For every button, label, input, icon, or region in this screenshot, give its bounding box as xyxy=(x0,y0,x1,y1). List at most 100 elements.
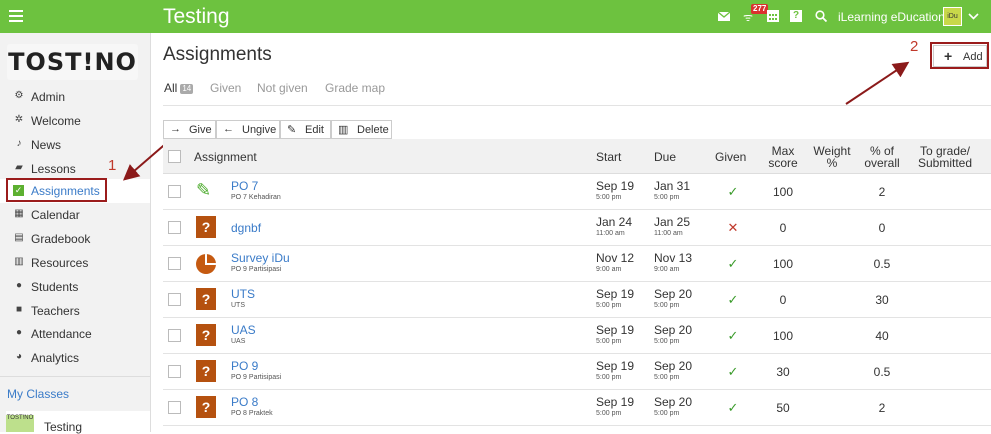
col-max-score-line2: score xyxy=(768,156,798,170)
col-weight-line2: % xyxy=(826,156,838,170)
table-row[interactable]: ✎ PO 7 PO 7 Kehadiran Sep 19 5:00 pm Jan… xyxy=(163,174,991,210)
table-row[interactable]: ? PO 8 PO 8 Praktek Sep 19 5:00 pm Sep 2… xyxy=(163,390,991,426)
due-time: 11:00 am xyxy=(654,230,683,237)
col-overall-line2: overall xyxy=(864,156,900,170)
table-header: Assignment Start Due Given Max score Wei… xyxy=(163,139,991,174)
page-title: Assignments xyxy=(163,44,272,65)
given-check-icon: ✓ xyxy=(727,364,739,379)
select-all-checkbox[interactable] xyxy=(168,150,181,163)
start-time: 5:00 pm xyxy=(596,302,622,309)
col-max-score[interactable]: Max score xyxy=(759,145,807,169)
trash-icon: ▥ xyxy=(338,124,349,136)
add-button-label: Add xyxy=(963,51,983,63)
arrow-right-icon: → xyxy=(170,123,181,135)
due-date: Sep 20 xyxy=(654,359,693,373)
add-button[interactable]: + Add xyxy=(933,45,987,67)
tabs-divider xyxy=(163,105,991,106)
given-check-icon: ✓ xyxy=(727,400,739,415)
max-score: 0 xyxy=(779,221,787,235)
delete-button-label: Delete xyxy=(357,124,389,136)
tab-given[interactable]: Given xyxy=(210,81,241,95)
tab-grade-map[interactable]: Grade map xyxy=(325,81,385,95)
annotation-number-2: 2 xyxy=(910,38,919,55)
col-to-grade-line2: Submitted xyxy=(917,156,973,170)
table-row[interactable]: Survey iDu PO 9 Partisipasi Nov 12 9:00 … xyxy=(163,246,991,282)
start-date: Sep 19 xyxy=(596,395,635,409)
table-row[interactable]: ? PO 9 PO 9 Partisipasi Sep 19 5:00 pm S… xyxy=(163,354,991,390)
row-checkbox[interactable] xyxy=(168,401,181,414)
start-time: 11:00 am xyxy=(596,230,625,237)
start-time: 5:00 pm xyxy=(596,338,622,345)
col-assignment[interactable]: Assignment xyxy=(194,151,257,163)
percent-overall: 0.5 xyxy=(873,365,891,379)
edit-button[interactable]: ✎ Edit xyxy=(280,120,331,139)
row-checkbox[interactable] xyxy=(168,329,181,342)
max-score: 100 xyxy=(772,185,794,199)
pencil-icon: ✎ xyxy=(196,180,212,200)
assignment-name[interactable]: UAS xyxy=(231,323,256,337)
max-score: 50 xyxy=(776,401,790,415)
start-date: Sep 19 xyxy=(596,359,635,373)
due-time: 5:00 pm xyxy=(654,302,680,309)
tab-all[interactable]: All 14 xyxy=(164,81,194,95)
max-score: 30 xyxy=(776,365,790,379)
arrow-left-icon: ← xyxy=(223,123,234,135)
assignment-name[interactable]: PO 7 xyxy=(231,179,258,193)
start-time: 5:00 pm xyxy=(596,194,622,201)
row-checkbox[interactable] xyxy=(168,221,181,234)
given-check-icon: ✓ xyxy=(727,256,739,271)
table-row[interactable]: ? UAS UAS Sep 19 5:00 pm Sep 20 5:00 pm … xyxy=(163,318,991,354)
due-date: Sep 20 xyxy=(654,287,693,301)
survey-pie-icon xyxy=(196,254,216,274)
ungive-button-label: Ungive xyxy=(242,124,277,136)
give-button[interactable]: → Give xyxy=(163,120,216,139)
col-to-grade[interactable]: To grade/ Submitted xyxy=(909,145,981,169)
give-button-label: Give xyxy=(189,124,212,136)
row-checkbox[interactable] xyxy=(168,293,181,306)
row-checkbox[interactable] xyxy=(168,365,181,378)
assignment-category: PO 7 Kehadiran xyxy=(231,194,281,201)
ungive-button[interactable]: ← Ungive xyxy=(216,120,280,139)
assignment-name[interactable]: PO 9 xyxy=(231,359,258,373)
due-date: Jan 31 xyxy=(654,179,691,193)
assignment-category: PO 9 Partisipasi xyxy=(231,266,282,273)
document-question-icon: ? xyxy=(196,396,216,418)
due-time: 5:00 pm xyxy=(654,374,680,381)
assignment-name[interactable]: Survey iDu xyxy=(231,251,290,265)
col-given[interactable]: Given xyxy=(715,151,746,163)
due-time: 5:00 pm xyxy=(654,194,680,201)
max-score: 100 xyxy=(772,329,794,343)
document-question-icon: ? xyxy=(196,324,216,346)
row-checkbox[interactable] xyxy=(168,185,181,198)
col-due[interactable]: Due xyxy=(654,151,676,163)
due-date: Jan 25 xyxy=(654,215,691,229)
document-question-icon: ? xyxy=(196,360,216,382)
assignment-category: UAS xyxy=(231,338,246,345)
max-score: 100 xyxy=(772,257,794,271)
tab-label: All xyxy=(164,81,178,95)
col-weight[interactable]: Weight % xyxy=(809,145,855,169)
percent-overall: 30 xyxy=(875,293,889,307)
assignment-category: PO 9 Partisipasi xyxy=(231,374,282,381)
start-time: 9:00 am xyxy=(596,266,622,273)
due-time: 5:00 pm xyxy=(654,338,680,345)
given-check-icon: ✓ xyxy=(727,184,739,199)
assignment-name[interactable]: UTS xyxy=(231,287,255,301)
percent-overall: 2 xyxy=(878,185,886,199)
table-row[interactable]: ? dgnbf Jan 24 11:00 am Jan 25 11:00 am … xyxy=(163,210,991,246)
percent-overall: 0 xyxy=(878,221,886,235)
start-date: Sep 19 xyxy=(596,323,635,337)
table-row[interactable]: ? UTS UTS Sep 19 5:00 pm Sep 20 5:00 pm … xyxy=(163,282,991,318)
assignment-name[interactable]: dgnbf xyxy=(231,221,261,235)
due-time: 9:00 am xyxy=(654,266,680,273)
tab-not-given[interactable]: Not given xyxy=(257,81,308,95)
row-checkbox[interactable] xyxy=(168,257,181,270)
assignment-name[interactable]: PO 8 xyxy=(231,395,258,409)
percent-overall: 0.5 xyxy=(873,257,891,271)
assignment-category: UTS xyxy=(231,302,245,309)
start-time: 5:00 pm xyxy=(596,410,622,417)
document-question-icon: ? xyxy=(196,288,216,310)
col-start[interactable]: Start xyxy=(596,151,621,163)
col-overall[interactable]: % of overall xyxy=(857,145,907,169)
delete-button[interactable]: ▥ Delete xyxy=(331,120,392,139)
